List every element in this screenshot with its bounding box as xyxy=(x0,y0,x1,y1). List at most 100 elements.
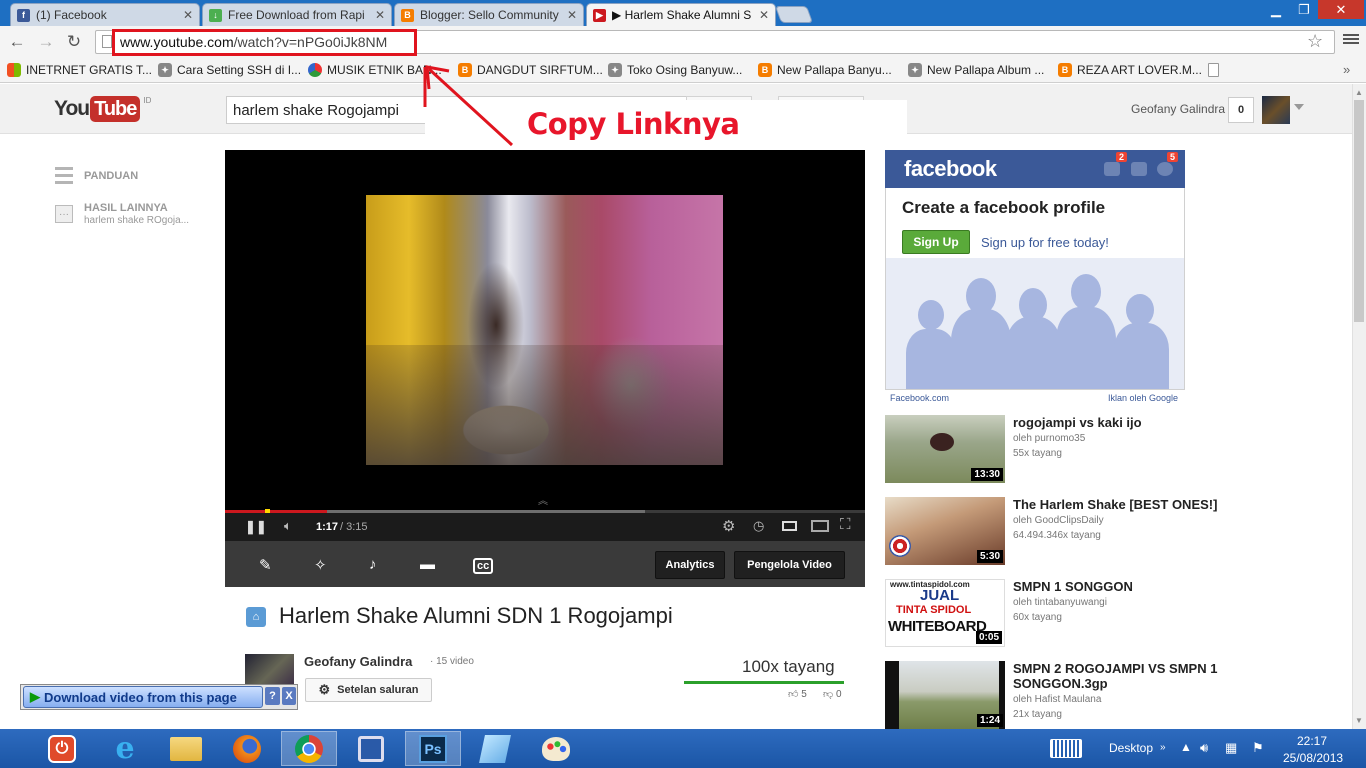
close-tab-icon[interactable]: ✕ xyxy=(759,8,769,22)
tab-facebook[interactable]: f (1) Facebook ✕ xyxy=(10,3,200,26)
ad-source-link[interactable]: Facebook.com xyxy=(890,393,949,403)
related-channel[interactable]: oleh purnomo35 xyxy=(1013,433,1085,444)
related-thumbnail[interactable]: www.tintaspidol.com JUAL TINTA SPIDOL WH… xyxy=(885,579,1005,647)
related-title[interactable]: SMPN 1 SONGGON xyxy=(1013,579,1233,594)
time-total: / 3:15 xyxy=(340,521,368,533)
help-icon[interactable]: ? xyxy=(265,687,280,705)
analytics-button[interactable]: Analytics xyxy=(655,551,725,579)
maximize-icon[interactable]: ❐ xyxy=(1290,0,1318,19)
large-player-icon[interactable] xyxy=(811,520,829,532)
related-channel[interactable]: oleh Hafist Maulana xyxy=(1013,694,1101,705)
user-name[interactable]: Geofany Galindra xyxy=(1131,102,1225,116)
blogger-icon: B xyxy=(758,63,772,77)
related-title[interactable]: rogojampi vs kaki ijo xyxy=(1013,415,1233,430)
pencil-icon[interactable]: ✎ xyxy=(259,556,272,574)
ad-headline[interactable]: Create a facebook profile xyxy=(902,198,1105,218)
file-explorer-icon[interactable] xyxy=(158,731,214,766)
minimize-icon[interactable]: ▁ xyxy=(1262,0,1290,19)
related-channel[interactable]: oleh GoodClipsDaily xyxy=(1013,515,1104,526)
small-player-icon[interactable] xyxy=(782,521,797,531)
firefox-icon[interactable] xyxy=(219,731,275,766)
notepad-icon[interactable] xyxy=(467,731,523,766)
chevron-up-icon[interactable]: ︽ xyxy=(538,492,548,507)
network-icon[interactable]: ▦ xyxy=(1225,740,1237,756)
ad-by-google-link[interactable]: Iklan oleh Google xyxy=(1108,393,1178,403)
silhouette-head xyxy=(966,278,996,314)
bookmark-item[interactable]: ✦ New Pallapa Album ... xyxy=(908,61,1044,79)
related-thumbnail[interactable]: 1:24 xyxy=(885,661,1005,729)
chrome-menu-icon[interactable] xyxy=(1343,32,1359,48)
scroll-up-icon[interactable]: ▲ xyxy=(1355,88,1363,97)
related-channel[interactable]: oleh tintabanyuwangi xyxy=(1013,597,1107,608)
magic-wand-icon[interactable]: ✧ xyxy=(314,556,327,574)
app-frame-icon[interactable] xyxy=(343,731,399,766)
bookmark-item[interactable]: B New Pallapa Banyu... xyxy=(758,61,892,79)
close-icon[interactable]: X xyxy=(282,687,296,705)
tray-arrow-icon[interactable]: ▲ xyxy=(1180,740,1192,754)
channel-name[interactable]: Geofany Galindra xyxy=(304,654,412,669)
clock-date[interactable]: 25/08/2013 xyxy=(1283,751,1343,765)
paint-icon[interactable] xyxy=(528,731,584,766)
related-title[interactable]: SMPN 2 ROGOJAMPI VS SMPN 1 SONGGON.3gp xyxy=(1013,661,1233,691)
internet-explorer-icon[interactable]: e xyxy=(97,731,153,766)
avatar[interactable] xyxy=(1262,96,1290,124)
scrollbar-thumb[interactable] xyxy=(1354,100,1364,322)
signup-button[interactable]: Sign Up xyxy=(902,230,970,254)
gear-icon[interactable]: ⚙ xyxy=(722,517,735,535)
more-results-query[interactable]: harlem shake ROgoja... xyxy=(84,215,189,226)
desktop-toolbar-label[interactable]: Desktop xyxy=(1109,741,1153,755)
signup-link[interactable]: Sign up for free today! xyxy=(981,235,1109,250)
clock-time[interactable]: 22:17 xyxy=(1297,734,1327,748)
bookmark-page-icon[interactable] xyxy=(1208,61,1224,79)
bookmark-item[interactable]: ✦ Cara Setting SSH di I... xyxy=(158,61,301,79)
related-thumbnail[interactable]: 5:30 xyxy=(885,497,1005,565)
annotation-icon[interactable]: ▬ xyxy=(420,556,435,573)
chevron-down-icon[interactable] xyxy=(1294,104,1304,110)
chevron-right-icon[interactable]: » xyxy=(1160,742,1166,753)
more-results-label[interactable]: HASIL LAINNYA xyxy=(84,202,168,214)
bookmark-star-icon[interactable]: ☆ xyxy=(1307,31,1323,52)
bookmark-item[interactable]: B REZA ART LOVER.M... xyxy=(1058,61,1202,79)
scroll-down-icon[interactable]: ▼ xyxy=(1355,716,1363,725)
related-title[interactable]: The Harlem Shake [BEST ONES!] xyxy=(1013,497,1233,512)
tab-blogger[interactable]: B Blogger: Sello Community ✕ xyxy=(394,3,584,26)
bookmark-item[interactable]: ✦ Toko Osing Banyuw... xyxy=(608,61,742,79)
volume-icon[interactable]: 🔈︎ xyxy=(284,518,292,534)
photoshop-icon[interactable]: Ps xyxy=(405,731,461,766)
like-button[interactable]: 👍︎ 5 xyxy=(788,688,807,700)
power-icon[interactable]: ⏻ xyxy=(34,731,90,766)
related-thumbnail[interactable]: 13:30 xyxy=(885,415,1005,483)
close-tab-icon[interactable]: ✕ xyxy=(567,8,577,22)
close-tab-icon[interactable]: ✕ xyxy=(183,8,193,22)
tab-youtube[interactable]: ▶ ▶ Harlem Shake Alumni S ✕ xyxy=(586,3,776,26)
chrome-icon[interactable] xyxy=(281,731,337,766)
guide-label[interactable]: PANDUAN xyxy=(84,170,138,182)
bookmark-item[interactable]: INETRNET GRATIS T... xyxy=(7,61,152,79)
notification-count[interactable]: 0 xyxy=(1228,97,1254,123)
youtube-logo[interactable]: You Tube ID xyxy=(54,96,151,122)
flag-icon[interactable]: ⚑ xyxy=(1252,740,1264,756)
close-window-icon[interactable]: ✕ xyxy=(1318,0,1364,19)
captions-icon[interactable]: cc xyxy=(473,558,494,574)
back-arrow-icon[interactable]: ← xyxy=(6,31,28,53)
guide-menu-icon[interactable] xyxy=(55,167,73,185)
fullscreen-icon[interactable]: ⛶ xyxy=(840,516,851,533)
channel-settings-button[interactable]: ⚙ Setelan saluran xyxy=(305,678,432,702)
tab-rapid-download[interactable]: ↓ Free Download from Rapi ✕ xyxy=(202,3,392,26)
watch-later-icon[interactable]: ◷ xyxy=(753,518,764,534)
more-results-icon[interactable]: ··· xyxy=(55,205,73,223)
volume-icon[interactable]: 🔊︎ xyxy=(1200,740,1208,756)
download-video-button[interactable]: ▶ Download video from this page xyxy=(23,686,263,708)
video-frame[interactable] xyxy=(366,195,723,465)
more-bookmarks-icon[interactable]: » xyxy=(1343,62,1350,77)
dislike-button[interactable]: 👎︎ 0 xyxy=(823,688,842,700)
forward-arrow-icon[interactable]: → xyxy=(35,31,57,53)
video-manager-button[interactable]: Pengelola Video xyxy=(734,551,845,579)
pause-icon[interactable]: ❚❚ xyxy=(245,519,267,535)
keyboard-icon[interactable] xyxy=(1050,739,1082,758)
new-tab-button[interactable] xyxy=(774,6,814,23)
channel-video-count[interactable]: · 15 video xyxy=(430,656,474,667)
close-tab-icon[interactable]: ✕ xyxy=(375,8,385,22)
music-note-icon[interactable]: ♪ xyxy=(369,556,377,573)
reload-icon[interactable]: ↻ xyxy=(63,31,85,53)
